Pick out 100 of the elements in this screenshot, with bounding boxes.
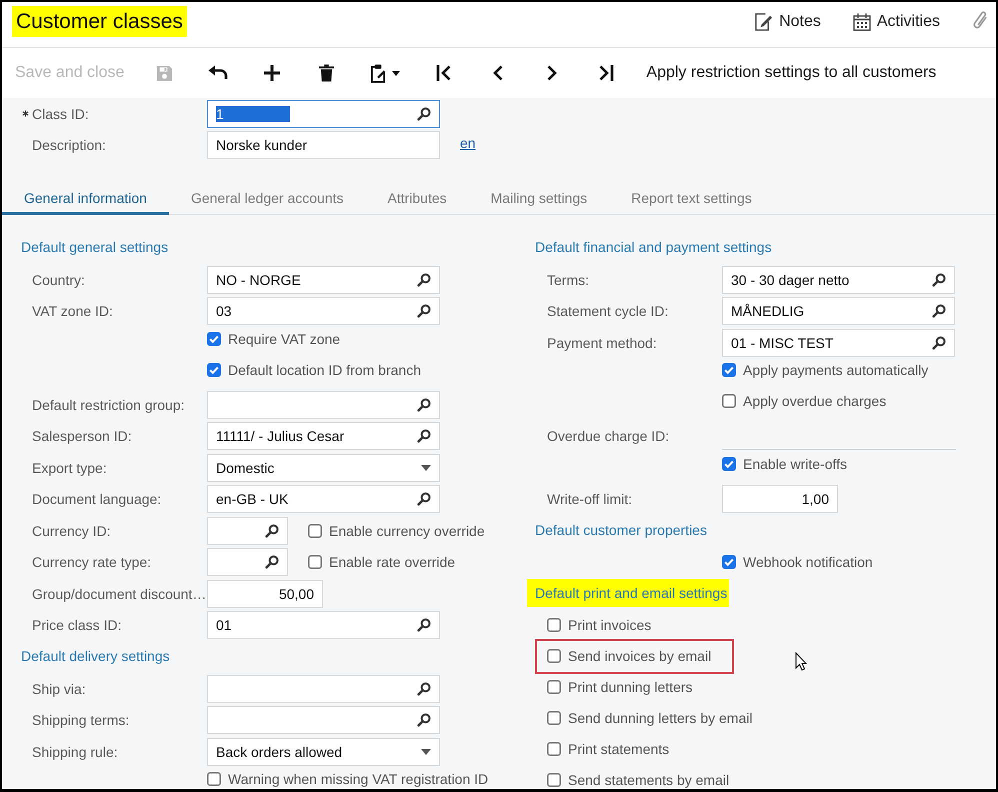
checkbox[interactable]	[207, 362, 221, 376]
field-label: Currency rate type:	[32, 554, 152, 570]
search-icon[interactable]	[265, 555, 279, 570]
field-label: Overdue charge ID:	[547, 428, 670, 444]
checkbox[interactable]	[547, 711, 561, 725]
save-icon	[156, 64, 173, 82]
section-heading: Default financial and payment settings	[535, 238, 772, 257]
notes-button[interactable]: Notes	[754, 12, 821, 31]
field-label: Ship via:	[32, 680, 87, 697]
calendar-icon	[852, 12, 871, 30]
lookup-field[interactable]	[207, 548, 288, 576]
tab[interactable]: Mailing settings	[468, 184, 610, 215]
tab[interactable]: General ledger accounts	[168, 184, 366, 215]
search-icon[interactable]	[417, 429, 431, 444]
lookup-field[interactable]: MÅNEDLIG	[722, 297, 955, 326]
skip-forward-icon	[598, 65, 614, 81]
lookup-field[interactable]: en-GB - UK	[207, 485, 440, 514]
search-icon[interactable]	[417, 618, 431, 632]
field-label: VAT zone ID:	[32, 303, 114, 320]
notes-icon	[754, 12, 774, 31]
field-label: Shipping rule:	[32, 744, 119, 760]
search-icon[interactable]	[932, 272, 946, 287]
field-label: Document language:	[32, 491, 162, 508]
checkbox[interactable]	[308, 555, 322, 570]
section-heading: Default customer properties	[535, 520, 707, 540]
field-label: Salesperson ID:	[32, 428, 133, 444]
checkbox[interactable]	[722, 363, 736, 377]
checkbox[interactable]	[207, 772, 221, 786]
checkbox[interactable]	[722, 394, 736, 408]
lookup-field[interactable]	[207, 706, 440, 734]
checkbox-label: Print dunning letters	[568, 679, 693, 695]
section-heading: Default print and email settings	[527, 578, 730, 606]
dropdown-field[interactable]: Domestic	[207, 454, 440, 482]
field-label: Description:	[32, 136, 107, 152]
checkbox-label: Webhook notification	[743, 554, 873, 570]
field-label: Group/document discount…	[32, 586, 207, 602]
chevron-right-icon	[547, 65, 558, 81]
search-icon[interactable]	[417, 272, 431, 287]
lookup-field[interactable]: 1	[207, 100, 440, 128]
checkbox-label: Print invoices	[568, 617, 652, 633]
checkbox[interactable]	[547, 618, 561, 632]
skip-back-icon	[436, 65, 452, 81]
tab[interactable]: Report text settings	[609, 184, 774, 215]
lookup-field[interactable]: 01 - MISC TEST	[722, 328, 955, 357]
lookup-field[interactable]: 11111/ - Julius Cesar	[207, 422, 440, 450]
search-icon[interactable]	[417, 398, 431, 412]
checkbox-label: Enable rate override	[329, 554, 456, 570]
field-label: Shipping terms:	[32, 712, 130, 728]
activities-button[interactable]: Activities	[852, 12, 940, 30]
field-label: Default restriction group:	[32, 396, 186, 413]
lookup-field[interactable]: NO - NORGE	[207, 266, 440, 294]
caret-icon	[421, 464, 431, 471]
toolbar-button[interactable]: Apply restriction settings to all customers	[633, 53, 950, 93]
field-label: Currency ID:	[32, 522, 112, 539]
search-icon[interactable]	[417, 304, 431, 318]
search-icon[interactable]	[265, 524, 279, 538]
chevron-left-icon	[493, 65, 504, 81]
search-icon[interactable]	[417, 682, 431, 696]
text-field[interactable]: Norske kunder	[207, 130, 440, 158]
checkbox[interactable]	[722, 456, 736, 470]
checkbox[interactable]	[308, 524, 322, 538]
lookup-field[interactable]: 03	[207, 297, 440, 326]
field-label: Country:	[32, 272, 86, 288]
checkbox-label: Enable currency override	[329, 522, 485, 539]
plus-icon	[264, 65, 280, 81]
cursor-icon	[795, 652, 807, 671]
lookup-field[interactable]	[207, 674, 440, 703]
field-label: Price class ID:	[32, 617, 122, 634]
checkbox-label: Enable write-offs	[743, 456, 848, 472]
lookup-field[interactable]	[207, 390, 440, 419]
trash-icon	[318, 64, 334, 82]
lookup-field[interactable]	[207, 516, 288, 545]
search-icon[interactable]	[932, 336, 946, 350]
checkbox[interactable]	[207, 332, 221, 346]
checkbox[interactable]	[547, 680, 561, 694]
checkbox[interactable]	[722, 555, 736, 569]
number-field[interactable]: 50,00	[207, 580, 323, 608]
checkbox-label: Apply payments automatically	[743, 362, 928, 378]
lookup-field[interactable]: 01	[207, 611, 440, 640]
dropdown-field[interactable]: Back orders allowed	[207, 738, 440, 766]
caret-icon	[392, 70, 400, 76]
search-icon[interactable]	[417, 106, 431, 120]
clipboard-icon	[370, 64, 386, 82]
language-link[interactable]: en	[460, 134, 476, 150]
checkbox-label: Send statements by email	[568, 772, 730, 788]
search-icon[interactable]	[932, 304, 946, 318]
checkbox[interactable]	[547, 773, 561, 787]
field-label: Write-off limit:	[547, 490, 634, 507]
checkbox[interactable]	[547, 742, 561, 756]
tab[interactable]: Attributes	[366, 184, 469, 215]
lookup-field[interactable]: 30 - 30 dager netto	[722, 266, 955, 294]
checkbox-label: Send dunning letters by email	[568, 710, 752, 726]
tab[interactable]: General information	[2, 184, 169, 215]
search-icon[interactable]	[417, 713, 431, 728]
number-field[interactable]: 1,00	[722, 484, 838, 513]
search-icon[interactable]	[417, 492, 431, 506]
field-label: Export type:	[32, 460, 108, 476]
checkbox[interactable]	[547, 649, 561, 663]
section-heading: Default delivery settings	[21, 647, 170, 666]
checkbox-label: Require VAT zone	[228, 330, 340, 346]
